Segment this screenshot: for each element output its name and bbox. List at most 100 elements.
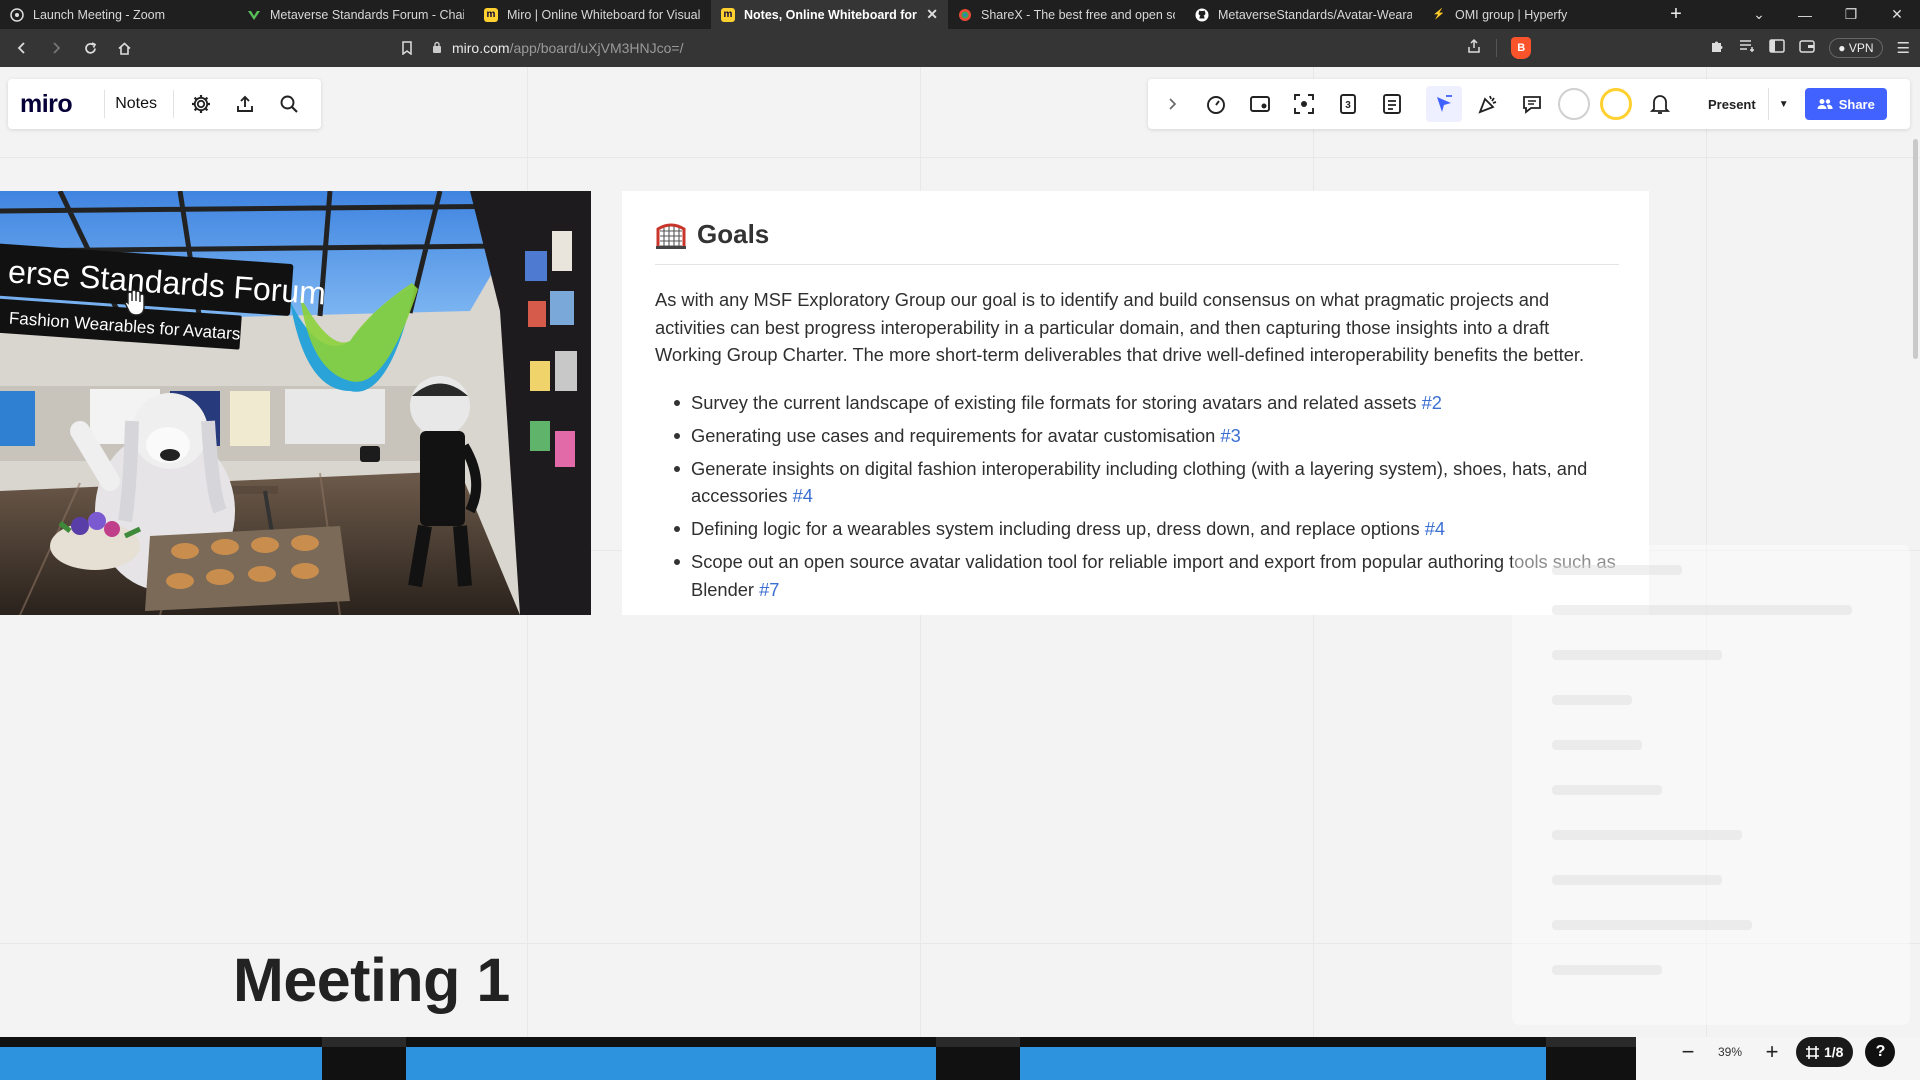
board-header-toolbar: miro Notes — [8, 79, 321, 129]
forward-arrow-icon[interactable] — [44, 36, 68, 60]
sharex-icon — [958, 8, 972, 22]
tab-title: Launch Meeting - Zoom — [33, 7, 166, 22]
users-icon — [1817, 99, 1833, 109]
timer-icon[interactable] — [1198, 86, 1234, 122]
tab-title: Notes, Online Whiteboard for Vi — [744, 7, 921, 22]
lightning-icon: ⚡ — [1432, 9, 1446, 20]
lock-icon — [432, 41, 442, 56]
chevron-down-icon[interactable]: ▼ — [1769, 99, 1799, 110]
tab-title: Miro | Online Whiteboard for Visual C — [507, 7, 701, 22]
browser-tab-msf[interactable]: Metaverse Standards Forum - Chairs — [237, 0, 474, 29]
vpn-label: VPN — [1848, 41, 1874, 55]
miro-logo[interactable]: miro — [20, 90, 73, 119]
browser-tab-bar: Launch Meeting - Zoom Metaverse Standard… — [0, 0, 1920, 29]
meeting-heading[interactable]: Meeting 1 — [233, 945, 510, 1015]
comment-icon[interactable] — [1514, 86, 1550, 122]
window-controls: ⌄ — ❐ ✕ — [1736, 0, 1920, 29]
zoom-controls: − 39% + 1/8 ? — [1670, 1030, 1910, 1074]
vpn-button[interactable]: ● VPN — [1829, 38, 1883, 58]
metaverse-scene-image[interactable]: erse Standards Forum Fashion Wearables f… — [0, 191, 591, 615]
wallet-icon[interactable] — [1799, 39, 1816, 57]
settings-gear-icon[interactable] — [184, 87, 218, 121]
issue-link[interactable]: #4 — [1425, 518, 1445, 539]
home-icon[interactable] — [112, 36, 136, 60]
issue-link[interactable]: #4 — [793, 485, 813, 506]
chevron-right-icon[interactable] — [1160, 86, 1184, 122]
playlist-icon[interactable] — [1739, 39, 1755, 57]
tab-title: OMI group | Hyperfy — [1455, 7, 1568, 22]
extensions-puzzle-icon[interactable] — [1709, 38, 1725, 58]
board-name[interactable]: Notes — [115, 95, 157, 113]
present-button[interactable]: Present — [1696, 88, 1769, 120]
tab-title: Metaverse Standards Forum - Chairs — [270, 7, 464, 22]
frames-button[interactable]: 1/8 — [1796, 1037, 1854, 1067]
frames-count: 1/8 — [1824, 1044, 1844, 1060]
browser-tab-sharex[interactable]: ShareX - The best free and open sou — [948, 0, 1185, 29]
tab-title: MetaverseStandards/Avatar-Wearab — [1218, 7, 1412, 22]
share-label: Share — [1838, 96, 1875, 112]
list-item: Defining logic for a wearables system in… — [672, 515, 1619, 543]
window-close-icon[interactable]: ✕ — [1874, 6, 1920, 23]
minimize-icon[interactable]: — — [1782, 7, 1828, 23]
list-item: Generating use cases and requirements fo… — [672, 422, 1619, 450]
frames-icon — [1806, 1045, 1819, 1059]
browser-tab-zoom[interactable]: Launch Meeting - Zoom — [0, 0, 237, 29]
voting-icon[interactable]: 3 — [1330, 86, 1366, 122]
notes-icon[interactable] — [1374, 86, 1410, 122]
list-item: Scope out an open source avatar validati… — [672, 548, 1619, 603]
notifications-bell-icon[interactable] — [1642, 86, 1678, 122]
bookmark-icon[interactable] — [395, 36, 419, 60]
restore-icon[interactable]: ❐ — [1828, 6, 1874, 23]
share-button[interactable]: Share — [1804, 88, 1887, 120]
url-field[interactable]: miro.com/app/board/uXjVM3HNJco=/ — [432, 35, 684, 61]
faded-context-menu — [1512, 545, 1910, 1025]
url-host: miro.com — [452, 40, 510, 56]
zoom-in-button[interactable]: + — [1754, 1036, 1790, 1068]
vertical-scrollbar[interactable] — [1913, 139, 1918, 359]
zoom-out-button[interactable]: − — [1670, 1036, 1706, 1068]
search-icon[interactable] — [272, 87, 306, 121]
brave-shields-icon[interactable]: B — [1511, 37, 1532, 59]
issue-link[interactable]: #3 — [1220, 425, 1240, 446]
url-path: /app/board/uXjVM3HNJco=/ — [509, 40, 684, 56]
screen-share-filmstrip — [0, 1037, 1636, 1080]
goals-card[interactable]: Goals As with any MSF Exploratory Group … — [622, 191, 1649, 615]
browser-tab-notes[interactable]: m Notes, Online Whiteboard for Vi ✕ — [711, 0, 948, 29]
zoom-icon — [10, 7, 24, 22]
msf-logo-icon — [247, 8, 261, 22]
sidebar-icon[interactable] — [1769, 39, 1786, 57]
goals-paragraph: As with any MSF Exploratory Group our go… — [655, 289, 1585, 365]
browser-tab-miro[interactable]: m Miro | Online Whiteboard for Visual C — [474, 0, 711, 29]
back-arrow-icon[interactable] — [10, 36, 34, 60]
tab-search-chevron-icon[interactable]: ⌄ — [1736, 6, 1782, 23]
own-avatar[interactable] — [1600, 88, 1632, 120]
github-icon — [1195, 8, 1209, 22]
goals-title: Goals — [697, 219, 770, 249]
miro-icon: m — [484, 7, 498, 22]
celebrate-icon[interactable] — [1470, 86, 1506, 122]
browser-tab-hyperfy[interactable]: ⚡ OMI group | Hyperfy — [1422, 0, 1659, 29]
reactions-cursor-icon[interactable] — [1426, 86, 1462, 122]
issue-link[interactable]: #7 — [759, 579, 779, 600]
goals-list: Survey the current landscape of existing… — [672, 389, 1619, 604]
new-tab-button[interactable]: + — [1664, 0, 1688, 29]
help-button[interactable]: ? — [1865, 1037, 1896, 1067]
browser-extensions: B ● VPN ☰ — [1466, 29, 1910, 67]
share-page-icon[interactable] — [1466, 38, 1482, 58]
menu-icon[interactable]: ☰ — [1897, 39, 1910, 57]
collaboration-toolbar: 3 Present ▼ Share — [1148, 79, 1910, 129]
zoom-level[interactable]: 39% — [1706, 1045, 1754, 1059]
export-upload-icon[interactable] — [228, 87, 262, 121]
browser-tab-github[interactable]: MetaverseStandards/Avatar-Wearab — [1185, 0, 1422, 29]
goal-net-icon — [655, 220, 687, 250]
tab-title: ShareX - The best free and open sou — [981, 7, 1175, 22]
list-item: Survey the current landscape of existing… — [672, 389, 1619, 417]
close-icon[interactable]: ✕ — [926, 6, 938, 23]
miro-board-canvas[interactable]: miro Notes 3 Present ▼ Share erse Standa… — [0, 67, 1920, 1037]
issue-link[interactable]: #2 — [1422, 392, 1442, 413]
reload-icon[interactable] — [78, 36, 102, 60]
bring-to-me-icon[interactable] — [1286, 86, 1322, 122]
svg-text:3: 3 — [1345, 100, 1351, 111]
screen-share-icon[interactable] — [1242, 86, 1278, 122]
collaborator-avatar[interactable] — [1558, 88, 1590, 120]
